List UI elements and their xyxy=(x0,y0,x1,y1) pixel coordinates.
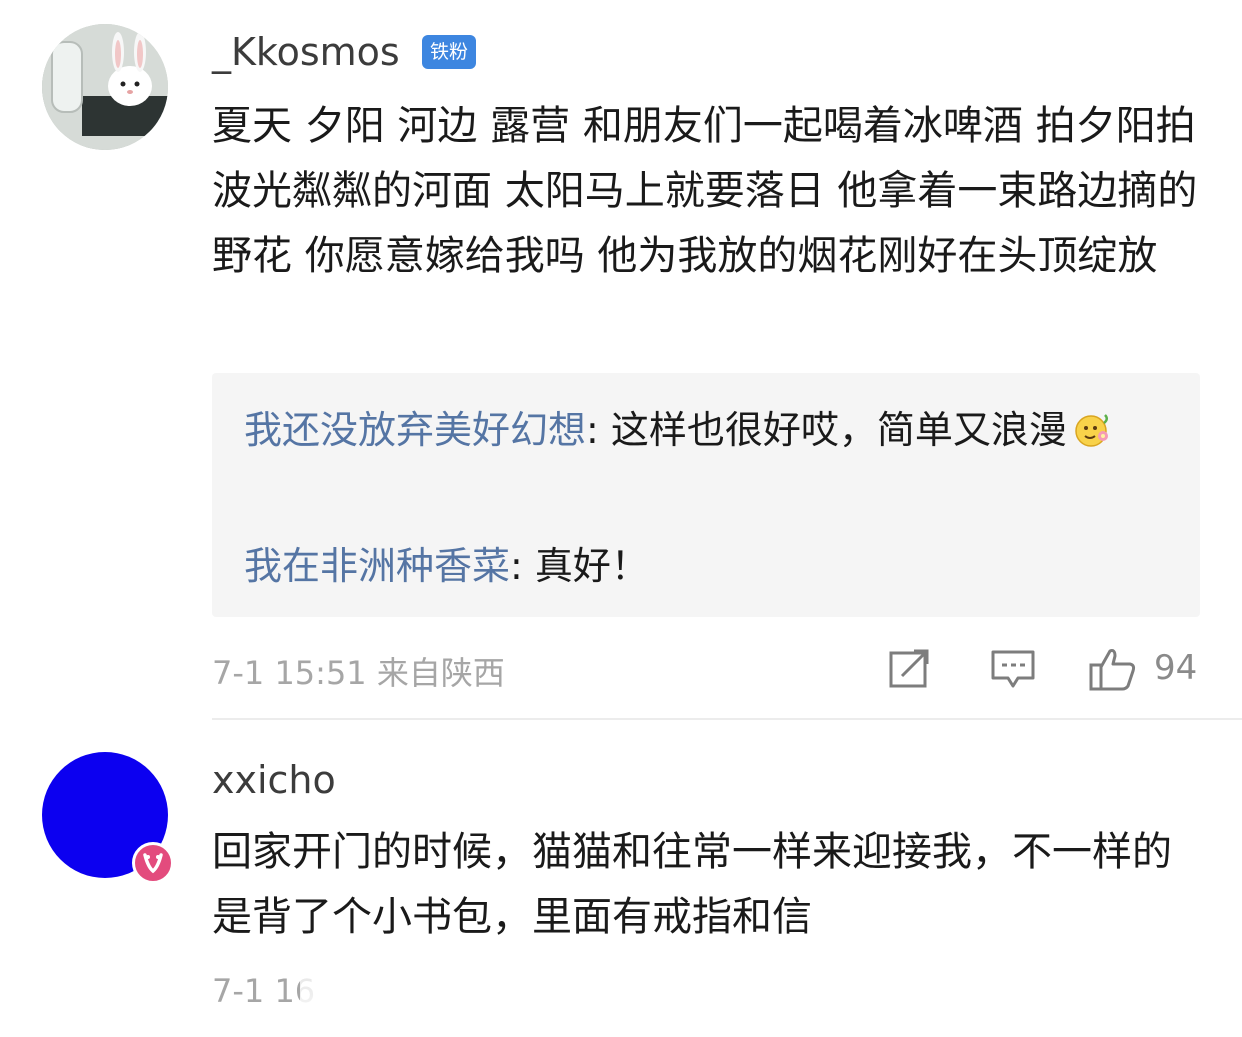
reply-text: : 这样也很好哎，简单又浪漫 xyxy=(586,408,1067,452)
comment-text: 夏天 夕阳 河边 露营 和朋友们一起喝着冰啤酒 拍夕阳拍波光粼粼的河面 太阳马上… xyxy=(212,103,1198,279)
reply-author[interactable]: 我还没放弃美好幻想 xyxy=(244,408,586,452)
reply-author[interactable]: 我在非洲种香菜 xyxy=(244,544,510,588)
reply-item[interactable]: 我在非洲种香菜: 真好！ xyxy=(244,535,1144,597)
verified-badge-icon xyxy=(132,842,174,884)
reply-item[interactable]: 我还没放弃美好幻想: 这样也很好哎，简单又浪漫 xyxy=(244,399,1144,461)
like-button[interactable] xyxy=(1088,646,1138,691)
avatar[interactable] xyxy=(42,24,168,150)
username[interactable]: _Kkosmos xyxy=(212,30,400,74)
comment-icon xyxy=(991,650,1035,688)
fan-badge: 铁粉 xyxy=(422,35,476,69)
share-icon xyxy=(889,649,929,688)
rabbit-avatar-icon xyxy=(42,24,168,150)
timestamp: 7-1 15:51 xyxy=(212,654,367,692)
share-button[interactable] xyxy=(888,646,932,690)
smiling-flower-emoji-icon xyxy=(1073,405,1113,447)
comment-meta: 7-1 15:51 来自陕西 xyxy=(212,648,505,694)
divider xyxy=(212,718,1242,720)
like-icon xyxy=(1089,649,1136,691)
reply-box[interactable]: 我还没放弃美好幻想: 这样也很好哎，简单又浪漫 我在非洲种香菜: 真好！ xyxy=(212,373,1200,617)
fade-overlay xyxy=(300,945,1242,1037)
comment-button[interactable] xyxy=(990,646,1036,690)
like-count: 94 xyxy=(1154,648,1198,688)
location: 来自陕西 xyxy=(376,654,505,692)
username[interactable]: xxicho xyxy=(212,758,336,802)
reply-text: : 真好！ xyxy=(510,544,649,588)
comment-text: 回家开门的时候，猫猫和往常一样来迎接我，不一样的是背了个小书包，里面有戒指和信 xyxy=(212,829,1172,940)
